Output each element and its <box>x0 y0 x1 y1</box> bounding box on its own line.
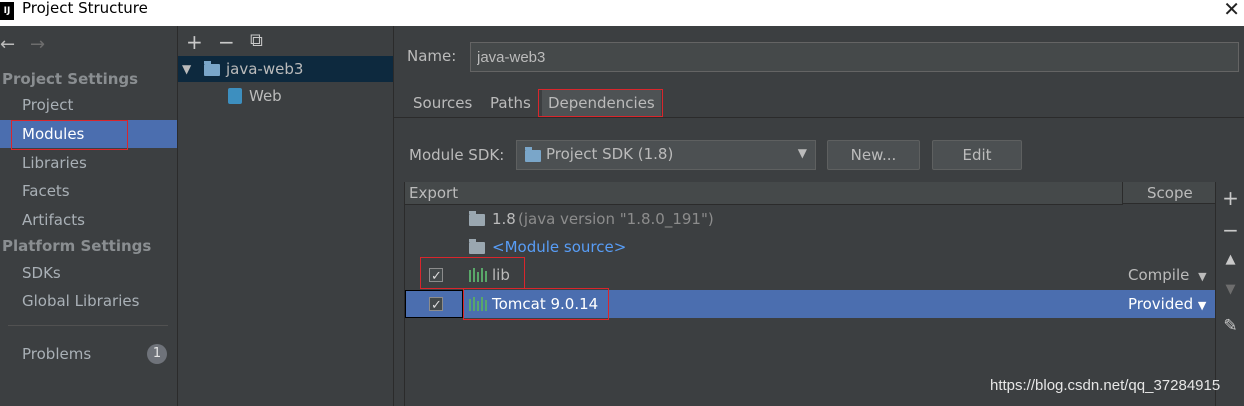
module-sdk-label: Module SDK: <box>409 146 505 164</box>
chevron-down-icon: ▼ <box>1198 270 1207 283</box>
problems-count-badge: 1 <box>147 344 167 364</box>
sidebar-item-artifacts[interactable]: Artifacts <box>0 206 177 234</box>
dependency-detail: (java version "1.8.0_191") <box>518 210 714 228</box>
scope-value: Provided <box>1128 295 1194 313</box>
window-title: Project Structure <box>22 0 148 17</box>
remove-icon[interactable]: − <box>218 30 235 54</box>
tab-paths[interactable]: Paths <box>484 90 537 116</box>
add-dependency-icon[interactable]: + <box>1216 186 1244 210</box>
scope-dropdown[interactable]: Compile ▼ <box>1128 261 1207 291</box>
tab-sources[interactable]: Sources <box>407 90 478 116</box>
sidebar-item-modules[interactable]: Modules <box>0 120 177 148</box>
scope-value: Compile <box>1128 266 1190 284</box>
module-sdk-dropdown[interactable]: Project SDK (1.8) ▼ <box>516 140 816 170</box>
expand-triangle-icon[interactable]: ▼ <box>182 56 191 82</box>
table-row[interactable]: <Module source> <box>405 233 1216 261</box>
module-source-link[interactable]: <Module source> <box>492 233 626 261</box>
chevron-down-icon: ▼ <box>1197 299 1207 312</box>
settings-sidebar: ← → Project Settings Project Modules Lib… <box>0 26 178 406</box>
dependencies-table: Export Scope 1.8 (java version "1.8.0_19… <box>404 182 1216 406</box>
table-row[interactable]: Tomcat 9.0.14 Provided ▼ <box>405 290 1216 320</box>
dependency-name: 1.8 <box>492 210 516 228</box>
forward-arrow-icon[interactable]: → <box>30 34 45 55</box>
title-bar: IJ Project Structure ✕ <box>0 0 1244 26</box>
close-icon[interactable]: ✕ <box>1223 0 1240 21</box>
tree-node-module[interactable]: ▼ java-web3 <box>178 56 393 82</box>
sidebar-item-sdks[interactable]: SDKs <box>0 259 177 287</box>
table-row[interactable]: 1.8 (java version "1.8.0_191") <box>405 205 1216 233</box>
sdk-selected-value: Project SDK (1.8) <box>546 145 674 163</box>
column-header-scope[interactable]: Scope <box>1123 182 1216 204</box>
tree-node-web-facet[interactable]: Web <box>228 83 388 109</box>
column-header-name[interactable] <box>466 182 1123 205</box>
add-icon[interactable]: + <box>186 30 203 54</box>
web-facet-label: Web <box>249 87 282 105</box>
scope-dropdown[interactable]: Provided ▼ <box>1128 290 1206 320</box>
sidebar-divider <box>8 325 168 326</box>
module-name-field[interactable] <box>470 42 1239 72</box>
library-icon <box>469 268 487 282</box>
module-tree-panel: + − ⧉ ▼ java-web3 Web <box>178 26 394 406</box>
watermark-text: https://blog.csdn.net/qq_37284915 <box>990 377 1221 394</box>
sidebar-item-global-libraries[interactable]: Global Libraries <box>0 287 177 315</box>
dependency-name: lib <box>492 266 510 284</box>
sdk-folder-icon <box>525 147 541 162</box>
module-name-label: java-web3 <box>226 60 304 78</box>
dependency-name: Tomcat 9.0.14 <box>492 295 599 313</box>
move-down-icon[interactable]: ▼ <box>1216 282 1244 297</box>
project-settings-header: Project Settings <box>2 70 139 88</box>
module-settings-panel: Name: Sources Paths Dependencies Module … <box>394 26 1244 406</box>
module-folder-icon <box>204 56 224 82</box>
web-facet-icon <box>228 88 242 104</box>
chevron-down-icon: ▼ <box>797 146 807 160</box>
remove-dependency-icon[interactable]: − <box>1216 218 1244 242</box>
table-row[interactable]: lib Compile ▼ <box>405 261 1216 291</box>
tab-divider <box>394 117 1244 118</box>
new-sdk-button[interactable]: New... <box>827 140 920 170</box>
export-checkbox[interactable] <box>429 292 443 320</box>
source-folder-icon <box>469 239 485 254</box>
sidebar-item-libraries[interactable]: Libraries <box>0 149 177 177</box>
copy-icon[interactable]: ⧉ <box>250 30 263 51</box>
edit-dependency-icon[interactable]: ✎ <box>1216 316 1244 336</box>
platform-settings-header: Platform Settings <box>2 237 152 255</box>
export-checkbox[interactable] <box>429 263 443 291</box>
edit-sdk-button[interactable]: Edit <box>932 140 1022 170</box>
dependencies-toolbar: + − ▲ ▼ ✎ <box>1215 182 1244 406</box>
tab-dependencies[interactable]: Dependencies <box>542 90 661 116</box>
intellij-app-icon: IJ <box>0 2 14 20</box>
back-arrow-icon[interactable]: ← <box>0 34 15 55</box>
sidebar-item-project[interactable]: Project <box>0 91 177 119</box>
column-header-export[interactable]: Export <box>405 182 470 205</box>
library-icon <box>469 297 487 311</box>
move-up-icon[interactable]: ▲ <box>1216 252 1244 267</box>
sidebar-item-facets[interactable]: Facets <box>0 177 177 205</box>
name-label: Name: <box>407 47 457 65</box>
jdk-folder-icon <box>469 211 485 226</box>
